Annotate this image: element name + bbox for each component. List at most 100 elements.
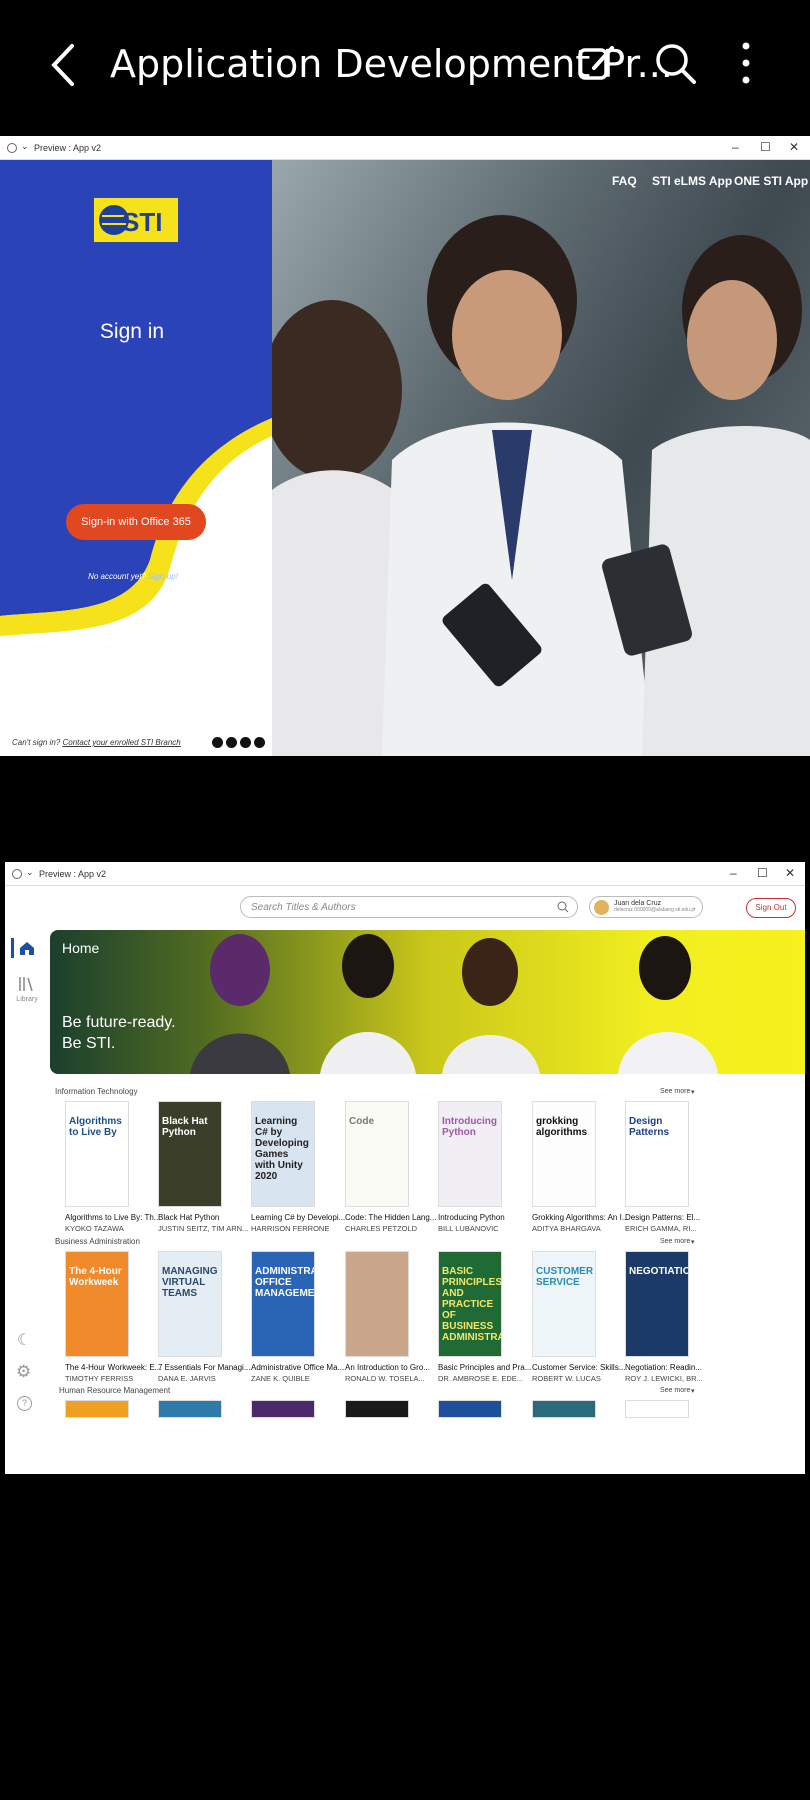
book-card[interactable]: Introducing Python Introducing Python BILL… [438,1101,505,1233]
book-card[interactable]: An Introduction to Gro... RONALD W. TOSEL… [345,1251,430,1383]
user-chip[interactable]: Juan dela Cruz delacruz.000000@alabang.s… [589,896,703,918]
book-card[interactable]: Learning C# by Developing Games with Uni… [251,1101,345,1233]
back-arrow-icon[interactable] [44,40,84,90]
book-cover[interactable]: BASIC PRINCIPLES AND PRACTICE OF BUSINES… [438,1251,502,1357]
book-card[interactable]: The 4-Hour Workweek The 4-Hour Workweek: … [65,1251,161,1383]
twitter-icon[interactable] [240,737,251,748]
book-card[interactable] [158,1400,222,1418]
book-cover[interactable]: Algorithms to Live By [65,1101,129,1207]
book-cover[interactable] [345,1251,409,1357]
book-card[interactable]: CUSTOMER SERVICE Customer Service: Skills… [532,1251,625,1383]
search-icon[interactable] [557,901,569,913]
book-author: KYOKO TAZAWA [65,1224,124,1233]
book-card[interactable]: BASIC PRINCIPLES AND PRACTICE OF BUSINES… [438,1251,531,1383]
search-icon[interactable] [652,40,698,86]
book-title: Grokking Algorithms: An I... [532,1213,629,1222]
maximize-button[interactable]: ☐ [760,140,771,154]
book-card[interactable] [65,1400,129,1418]
book-card[interactable] [251,1400,315,1418]
book-cover[interactable] [532,1400,596,1418]
book-title: Algorithms to Live By: Th... [65,1213,161,1222]
book-cover[interactable]: Design Patterns [625,1101,689,1207]
book-card[interactable]: Black Hat Python Black Hat Python JUSTIN S… [158,1101,248,1233]
chevron-down-icon[interactable]: ⌄ [21,141,29,152]
section-title: Human Resource Management [59,1386,171,1395]
book-cover[interactable]: CUSTOMER SERVICE [532,1251,596,1357]
book-author: DANA E. JARVIS [158,1374,216,1383]
book-card[interactable]: MANAGING VIRTUAL TEAMS 7 Essentials For M… [158,1251,250,1383]
book-author: ZANE K. QUIBLE [251,1374,310,1383]
book-card[interactable]: NEGOTIATION Negotiation: Readin... ROY J. … [625,1251,703,1383]
edit-icon[interactable] [574,40,620,86]
book-cover-title: Design Patterns [629,1116,670,1138]
minimize-button[interactable]: – [730,866,737,880]
instagram-icon[interactable] [226,737,237,748]
contact-branch-link[interactable]: Contact your enrolled STI Branch [62,738,180,747]
banner-tagline: Be future-ready. Be STI. [62,1014,176,1052]
book-author: CHARLES PETZOLD [345,1224,418,1233]
book-cover[interactable] [345,1400,409,1418]
see-more-link[interactable]: See more [660,1238,690,1245]
book-card[interactable]: ADMINISTRATIVE OFFICE MANAGEMENT Administ… [251,1251,344,1383]
social-icons [212,737,265,748]
book-card[interactable]: grokking algorithms Grokking Algorithms: … [532,1101,628,1233]
book-cover[interactable]: NEGOTIATION [625,1251,689,1357]
book-cover[interactable] [158,1400,222,1418]
book-card[interactable] [345,1400,409,1418]
book-cover[interactable] [625,1400,689,1418]
book-cover-title: CUSTOMER SERVICE [536,1266,594,1288]
book-cover-title: Introducing Python [442,1116,497,1138]
book-card[interactable] [532,1400,596,1418]
book-cover[interactable]: MANAGING VIRTUAL TEAMS [158,1251,222,1357]
chevron-down-icon[interactable]: ⌄ [26,867,34,878]
book-cover-title: MANAGING VIRTUAL TEAMS [162,1266,218,1299]
maximize-button[interactable]: ☐ [757,866,768,880]
book-card[interactable]: Code Code: The Hidden Lang... CHARLES PETZ… [345,1101,436,1233]
library-window: ⌄ Preview : App v2 – ☐ ✕ Search Titles &… [5,862,805,1474]
close-button[interactable]: ✕ [785,866,795,880]
book-cover[interactable]: Introducing Python [438,1101,502,1207]
help-icon[interactable]: ? [17,1396,32,1411]
home-icon[interactable] [18,939,36,957]
book-cover[interactable]: Black Hat Python [158,1101,222,1207]
minimize-button[interactable]: – [732,140,739,154]
see-more-link[interactable]: See more [660,1387,690,1394]
book-cover[interactable]: The 4-Hour Workweek [65,1251,129,1357]
nav-one-sti-app[interactable]: ONE STI App [734,174,808,188]
book-cover[interactable]: Code [345,1101,409,1207]
book-cover[interactable]: grokking algorithms [532,1101,596,1207]
login-window: ⌄ Preview : App v2 – ☐ ✕ STI Sign in Sig… [0,136,810,756]
see-more-link[interactable]: See more [660,1088,690,1095]
more-options-icon[interactable] [734,40,780,86]
close-button[interactable]: ✕ [789,140,799,154]
banner-home-label: Home [62,940,100,956]
students-photo: FAQ STI eLMS App ONE STI App [272,160,810,756]
book-card[interactable] [438,1400,502,1418]
youtube-icon[interactable] [212,737,223,748]
user-email: delacruz.000000@alabang.sti.edu.ph [614,907,696,913]
nav-elms-app[interactable]: STI eLMS App [652,174,732,188]
book-cover-title: grokking algorithms [536,1116,588,1138]
chevron-down-icon: ▾ [691,1089,695,1096]
book-card[interactable] [625,1400,689,1418]
book-cover-title: ADMINISTRATIVE OFFICE MANAGEMENT [255,1266,315,1299]
signup-link[interactable]: Sign-up! [148,572,178,581]
office365-signin-button[interactable]: Sign-in with Office 365 [66,504,206,540]
book-cover[interactable] [251,1400,315,1418]
search-input[interactable]: Search Titles & Authors [240,896,578,918]
library-icon[interactable] [18,976,36,992]
avatar [594,900,609,915]
book-card[interactable]: Algorithms to Live By Algorithms to Live … [65,1101,160,1233]
facebook-icon[interactable] [254,737,265,748]
book-cover[interactable]: ADMINISTRATIVE OFFICE MANAGEMENT [251,1251,315,1357]
sign-out-button[interactable]: Sign Out [746,898,796,918]
book-cover[interactable] [438,1400,502,1418]
book-title: Design Patterns: El... [625,1213,701,1222]
settings-gear-icon[interactable]: ⚙ [16,1362,31,1382]
book-author: ADITYA BHARGAVA [532,1224,601,1233]
book-card[interactable]: Design Patterns Design Patterns: El... ERI… [625,1101,700,1233]
book-cover[interactable]: Learning C# by Developing Games with Uni… [251,1101,315,1207]
nav-faq[interactable]: FAQ [612,174,637,188]
book-cover[interactable] [65,1400,129,1418]
dark-mode-icon[interactable]: ☾ [17,1330,31,1350]
